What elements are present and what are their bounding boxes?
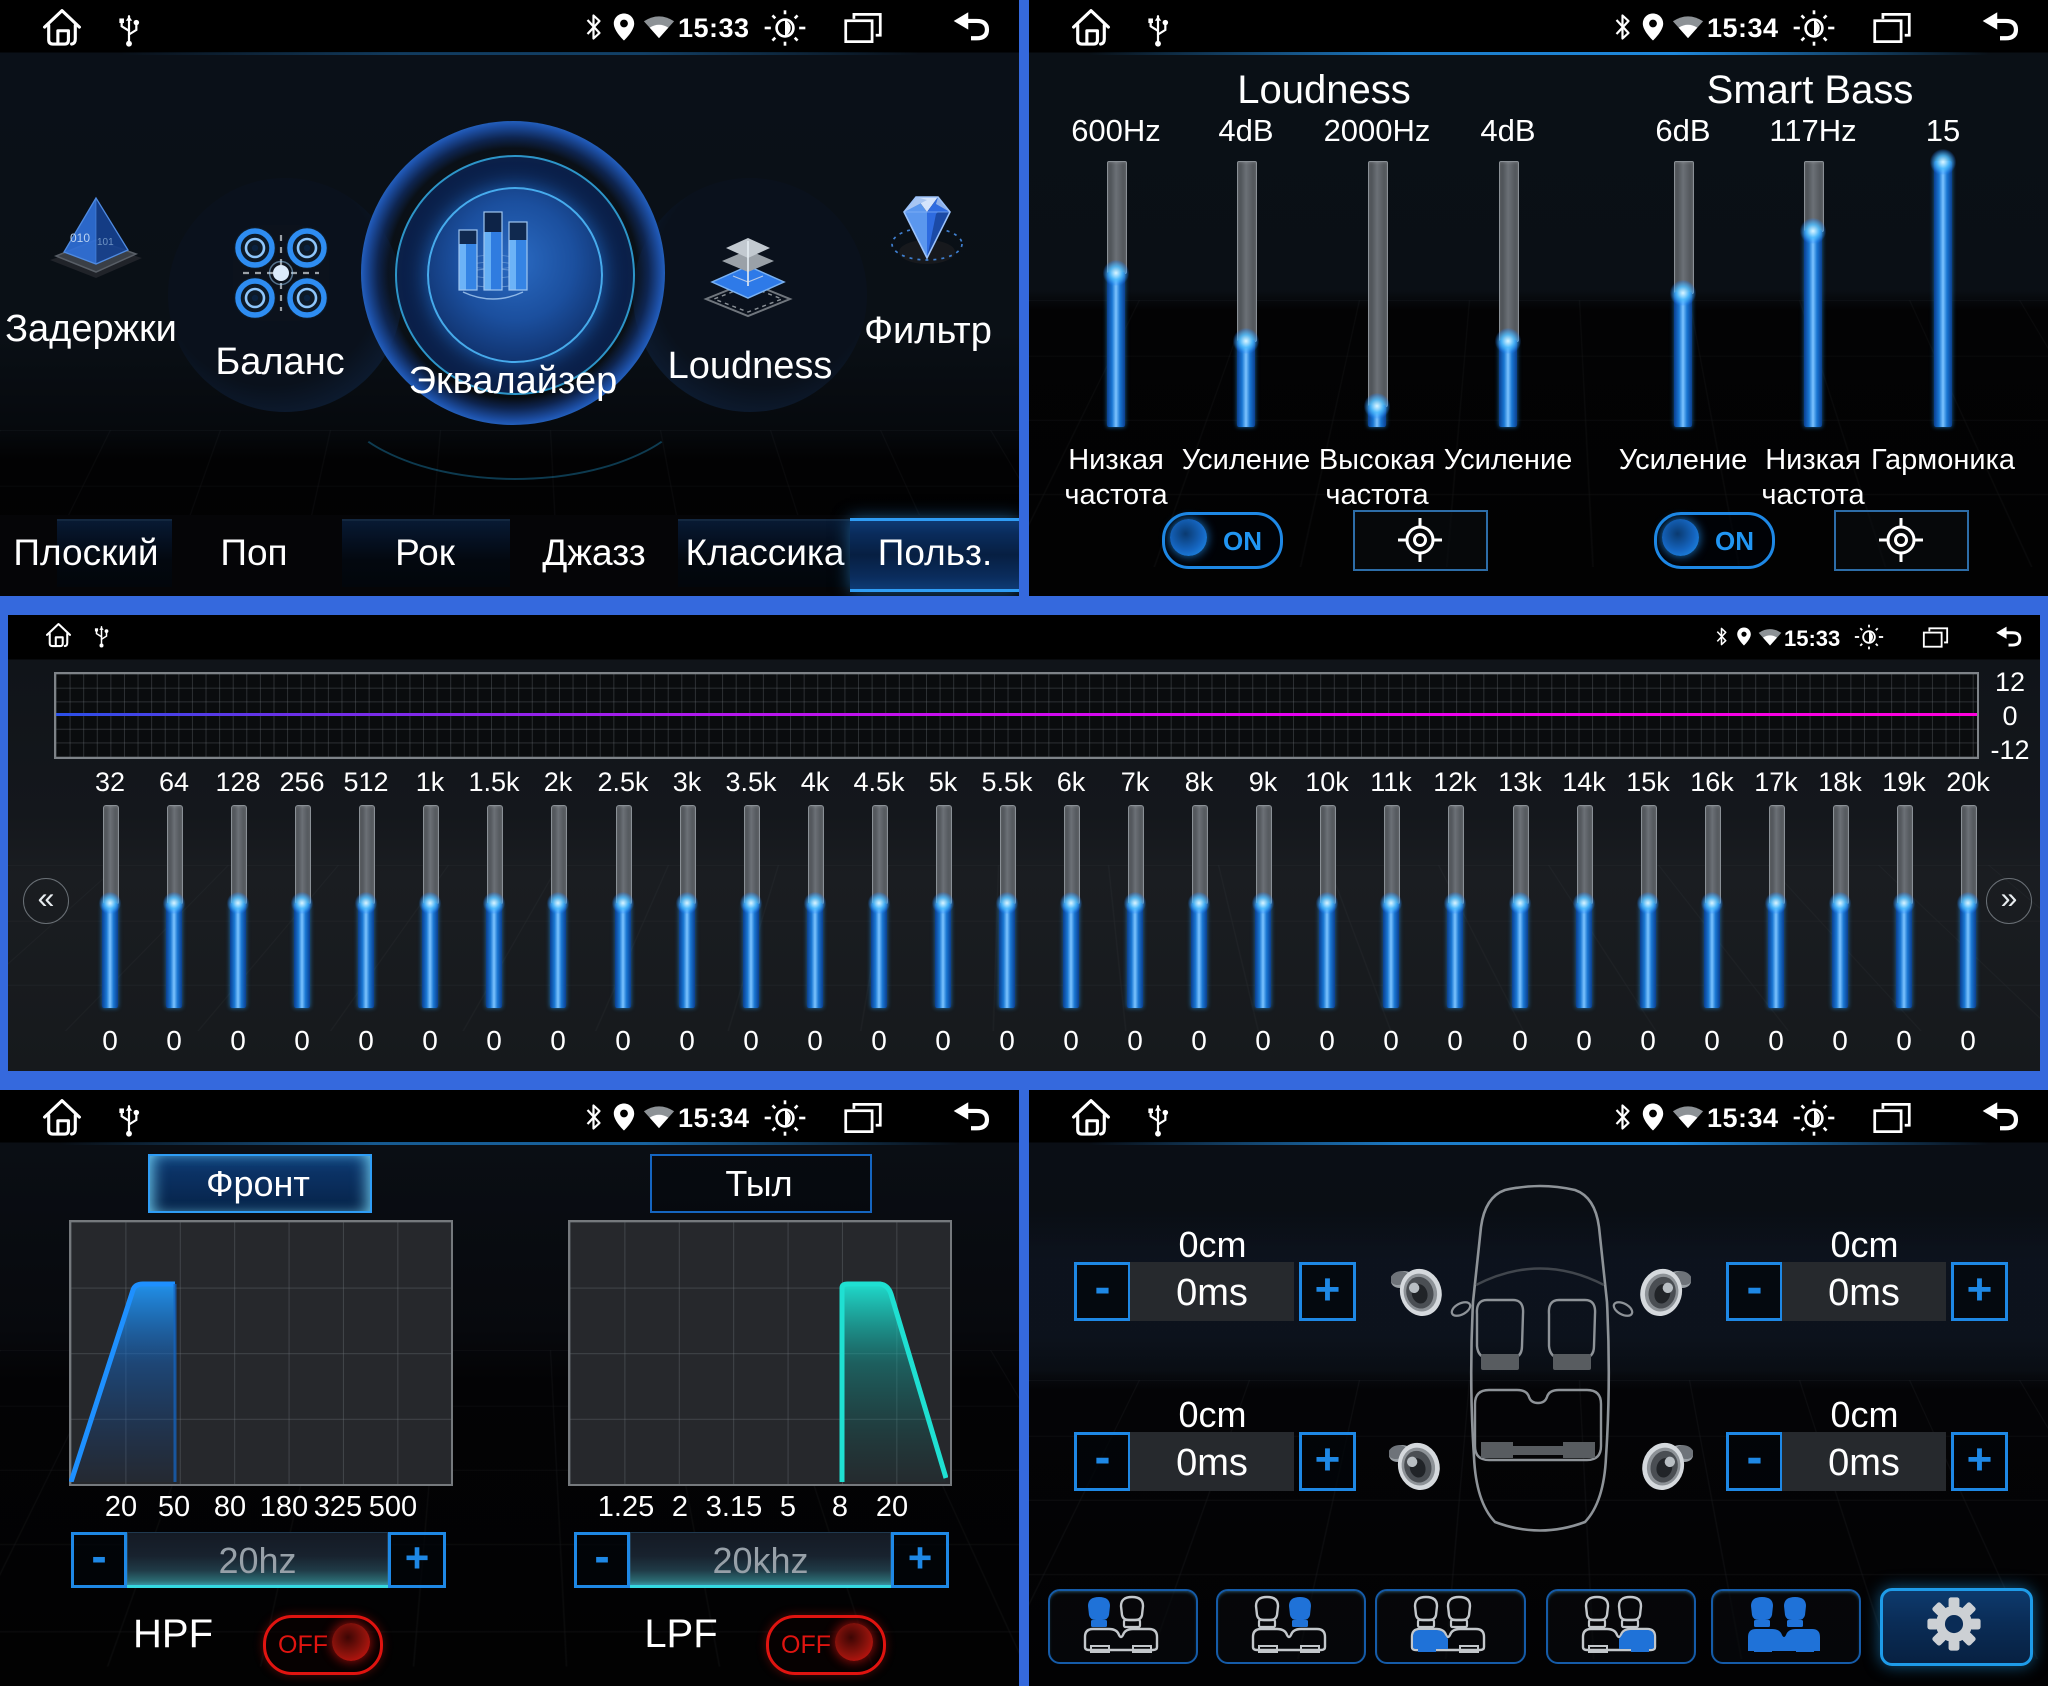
svg-text:010: 010 [70, 231, 90, 245]
svg-text:101: 101 [97, 237, 114, 248]
